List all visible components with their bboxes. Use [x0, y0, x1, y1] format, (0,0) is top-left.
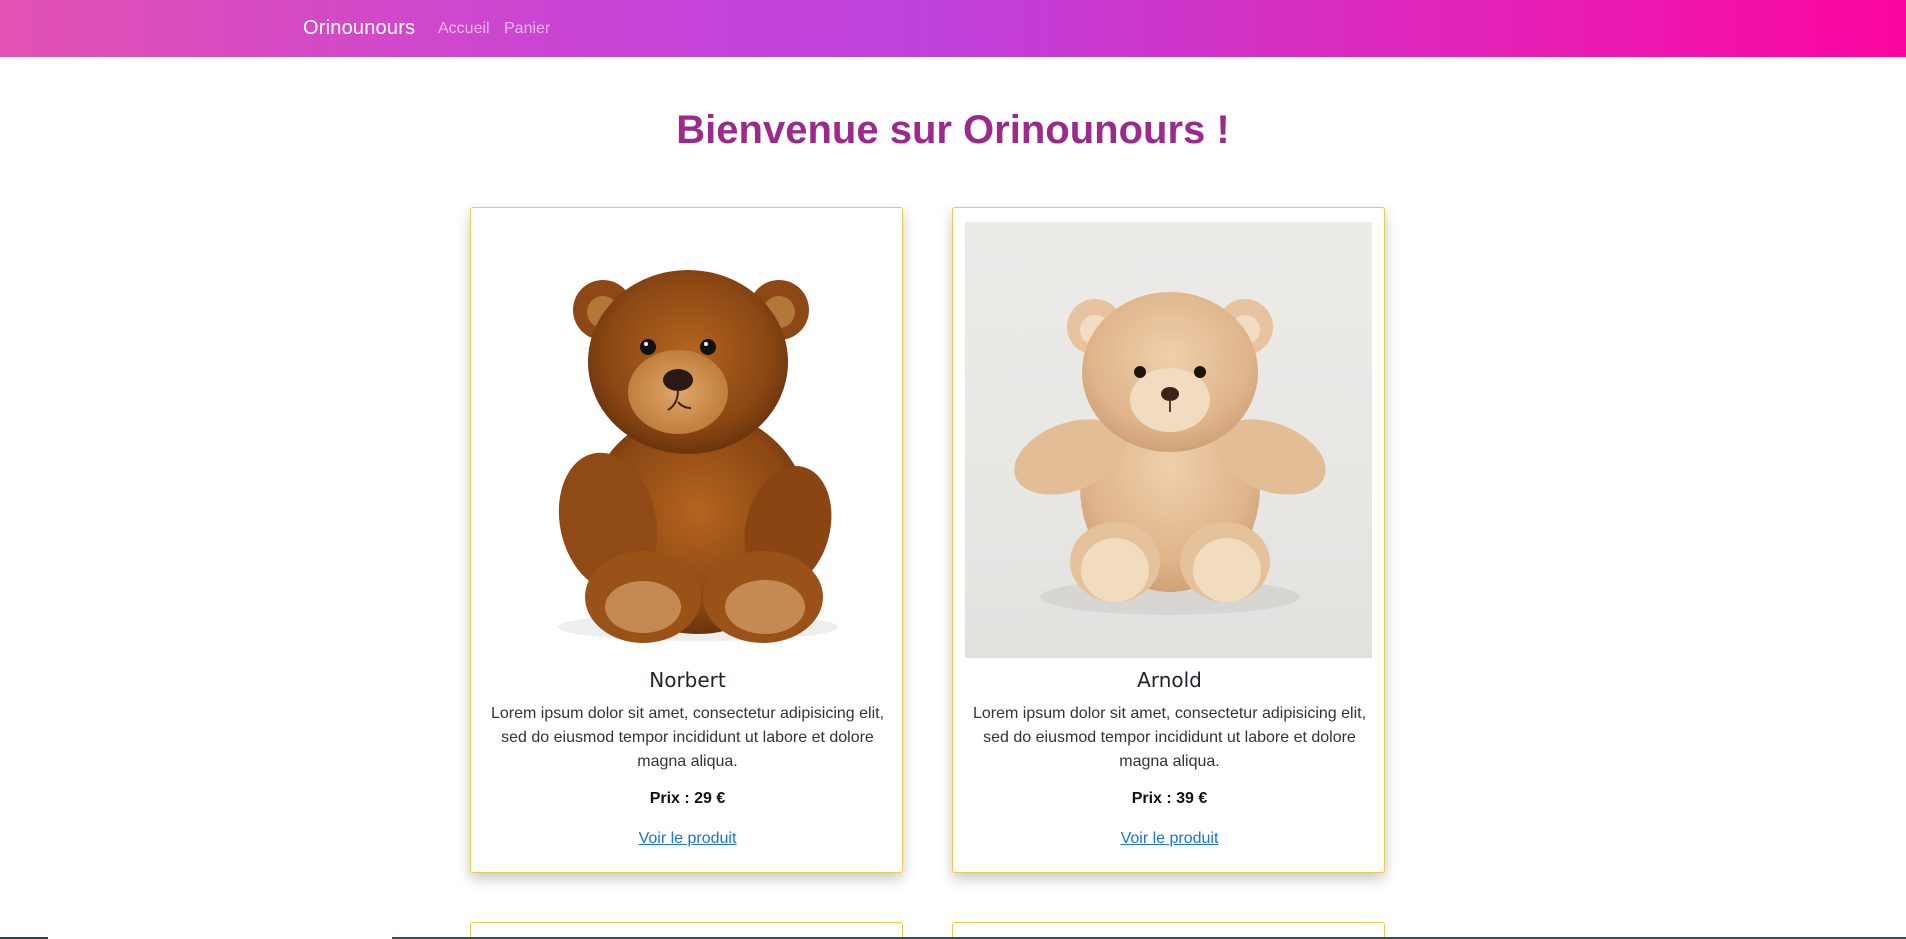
- brand-link[interactable]: Orinounours: [303, 17, 415, 40]
- product-image: [965, 222, 1372, 658]
- product-name: Arnold: [1137, 668, 1202, 692]
- product-description: Lorem ipsum dolor sit amet, consectetur …: [490, 705, 885, 770]
- nav-link-accueil[interactable]: Accueil: [438, 20, 490, 38]
- teddy-bear-beige-photo: [1014, 292, 1326, 615]
- product-name: Norbert: [649, 668, 726, 692]
- product-image: [483, 222, 890, 658]
- nav-link-panier[interactable]: Panier: [504, 20, 550, 38]
- page-title: Bienvenue sur Orinounours !: [676, 108, 1230, 152]
- product-card: Arnold Lorem ipsum dolor sit amet, conse…: [952, 207, 1385, 873]
- product-price: Prix : 29 €: [649, 790, 726, 807]
- teddy-bear-brown-photo: [558, 270, 838, 643]
- top-navbar: Orinounours Accueil Panier: [0, 0, 1906, 57]
- product-card: Norbert Lorem ipsum dolor sit amet, cons…: [470, 207, 903, 873]
- view-product-link[interactable]: Voir le produit: [471, 830, 904, 848]
- view-product-link[interactable]: Voir le produit: [953, 830, 1386, 848]
- product-description: Lorem ipsum dolor sit amet, consectetur …: [972, 705, 1367, 770]
- product-price: Prix : 39 €: [1131, 790, 1208, 807]
